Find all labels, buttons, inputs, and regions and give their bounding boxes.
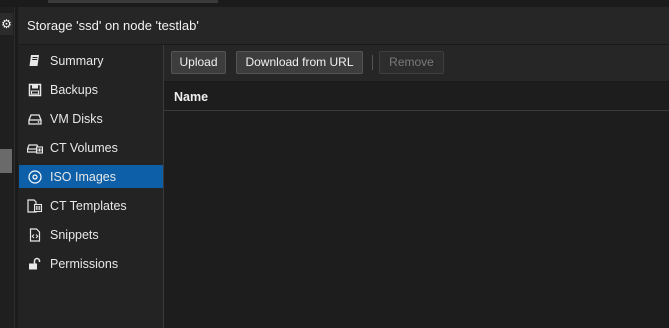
ct-volume-icon bbox=[27, 140, 43, 156]
sidebar-item-summary[interactable]: Summary bbox=[19, 49, 163, 72]
grid-body bbox=[164, 111, 669, 328]
sidebar-item-backups[interactable]: Backups bbox=[19, 78, 163, 101]
column-header-name[interactable]: Name bbox=[174, 90, 208, 104]
sidebar-item-label: Permissions bbox=[50, 256, 119, 271]
toolbar: Upload Download from URL Remove bbox=[164, 45, 669, 82]
sidebar-item-permissions[interactable]: Permissions bbox=[19, 252, 163, 275]
download-from-url-button[interactable]: Download from URL bbox=[236, 51, 363, 74]
panel-header: Storage 'ssd' on node 'testlab' bbox=[18, 7, 669, 45]
snippet-file-icon bbox=[27, 227, 43, 243]
gear-icon[interactable]: ⚙ bbox=[0, 13, 13, 35]
storage-nav: Summary Backups VM Disks CT Volumes ISO bbox=[18, 45, 164, 328]
upload-button[interactable]: Upload bbox=[171, 51, 226, 74]
sidebar-item-snippets[interactable]: Snippets bbox=[19, 223, 163, 246]
sidebar-item-label: VM Disks bbox=[50, 111, 103, 126]
top-tab-bar bbox=[48, 0, 218, 3]
sidebar-item-label: CT Templates bbox=[50, 198, 127, 213]
sidebar-item-vm-disks[interactable]: VM Disks bbox=[19, 107, 163, 130]
book-icon bbox=[27, 53, 43, 69]
page-title: Storage 'ssd' on node 'testlab' bbox=[27, 18, 199, 33]
ct-template-icon bbox=[27, 198, 43, 214]
sidebar-item-ct-volumes[interactable]: CT Volumes bbox=[19, 136, 163, 159]
scrollbar-thumb[interactable] bbox=[0, 149, 12, 173]
storage-panel: Storage 'ssd' on node 'testlab' Summary … bbox=[18, 7, 669, 328]
sidebar-item-label: ISO Images bbox=[50, 169, 116, 184]
resource-tree-gutter: ⚙ bbox=[0, 7, 15, 328]
sidebar-item-label: CT Volumes bbox=[50, 140, 118, 155]
grid-header: Name bbox=[164, 82, 669, 111]
sidebar-item-iso-images[interactable]: ISO Images bbox=[19, 165, 163, 188]
sidebar-item-label: Backups bbox=[50, 82, 98, 97]
sidebar-item-label: Snippets bbox=[50, 227, 99, 242]
sidebar-item-ct-templates[interactable]: CT Templates bbox=[19, 194, 163, 217]
hdd-icon bbox=[27, 111, 43, 127]
unlock-icon bbox=[27, 256, 43, 272]
iso-images-content: Upload Download from URL Remove Name bbox=[164, 45, 669, 328]
top-strip bbox=[0, 0, 669, 7]
remove-button[interactable]: Remove bbox=[379, 51, 444, 74]
toolbar-separator bbox=[372, 55, 373, 70]
sidebar-item-label: Summary bbox=[50, 53, 104, 68]
disc-icon bbox=[27, 169, 43, 185]
floppy-icon bbox=[27, 82, 43, 98]
